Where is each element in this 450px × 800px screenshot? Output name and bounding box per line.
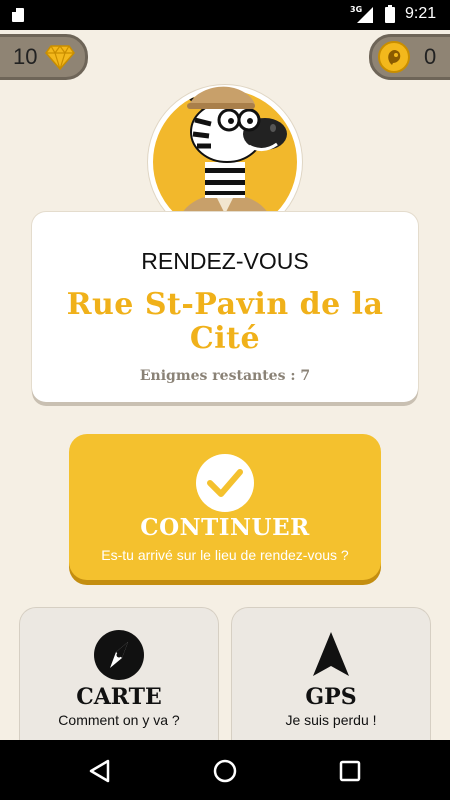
hat-icon — [187, 86, 255, 109]
recent-apps-icon[interactable] — [337, 758, 363, 784]
destination-card: RENDEZ-VOUS Rue St-Pavin de la Cité Enig… — [32, 212, 418, 402]
coin-count: 0 — [424, 44, 437, 69]
status-bar: 3G 9:21 — [0, 0, 450, 30]
map-button[interactable]: CARTE Comment on y va ? — [20, 608, 218, 746]
continue-label: CONTINUER — [140, 514, 310, 541]
navigation-bar — [0, 740, 450, 800]
battery-icon — [385, 5, 395, 23]
home-icon[interactable] — [212, 758, 238, 784]
remaining-riddles: Enigmes restantes : 7 — [139, 368, 311, 384]
diamond-icon — [45, 44, 76, 70]
coin-icon — [378, 41, 410, 73]
status-time: 9:21 — [405, 5, 437, 22]
gps-subtitle: Je suis perdu ! — [285, 712, 377, 728]
destination-place: Rue St-Pavin de la Cité — [66, 287, 384, 356]
card-title: RENDEZ-VOUS — [141, 248, 309, 274]
gps-label: GPS — [305, 684, 357, 710]
map-label: CARTE — [76, 684, 162, 710]
back-icon[interactable] — [87, 758, 113, 784]
navigation-arrow-icon — [313, 632, 349, 676]
signal-icon — [357, 7, 373, 23]
diamond-count: 10 — [13, 44, 38, 69]
compass-icon — [94, 630, 144, 680]
sd-card-icon — [12, 8, 24, 22]
diamond-counter[interactable]: 10 — [0, 34, 88, 80]
continue-subtitle: Es-tu arrivé sur le lieu de rendez-vous … — [101, 547, 349, 563]
gps-button[interactable]: GPS Je suis perdu ! — [232, 608, 430, 746]
continue-button[interactable]: CONTINUER Es-tu arrivé sur le lieu de re… — [69, 434, 381, 580]
coin-counter[interactable]: 0 — [369, 34, 450, 80]
map-subtitle: Comment on y va ? — [58, 712, 180, 728]
check-icon — [196, 454, 254, 512]
